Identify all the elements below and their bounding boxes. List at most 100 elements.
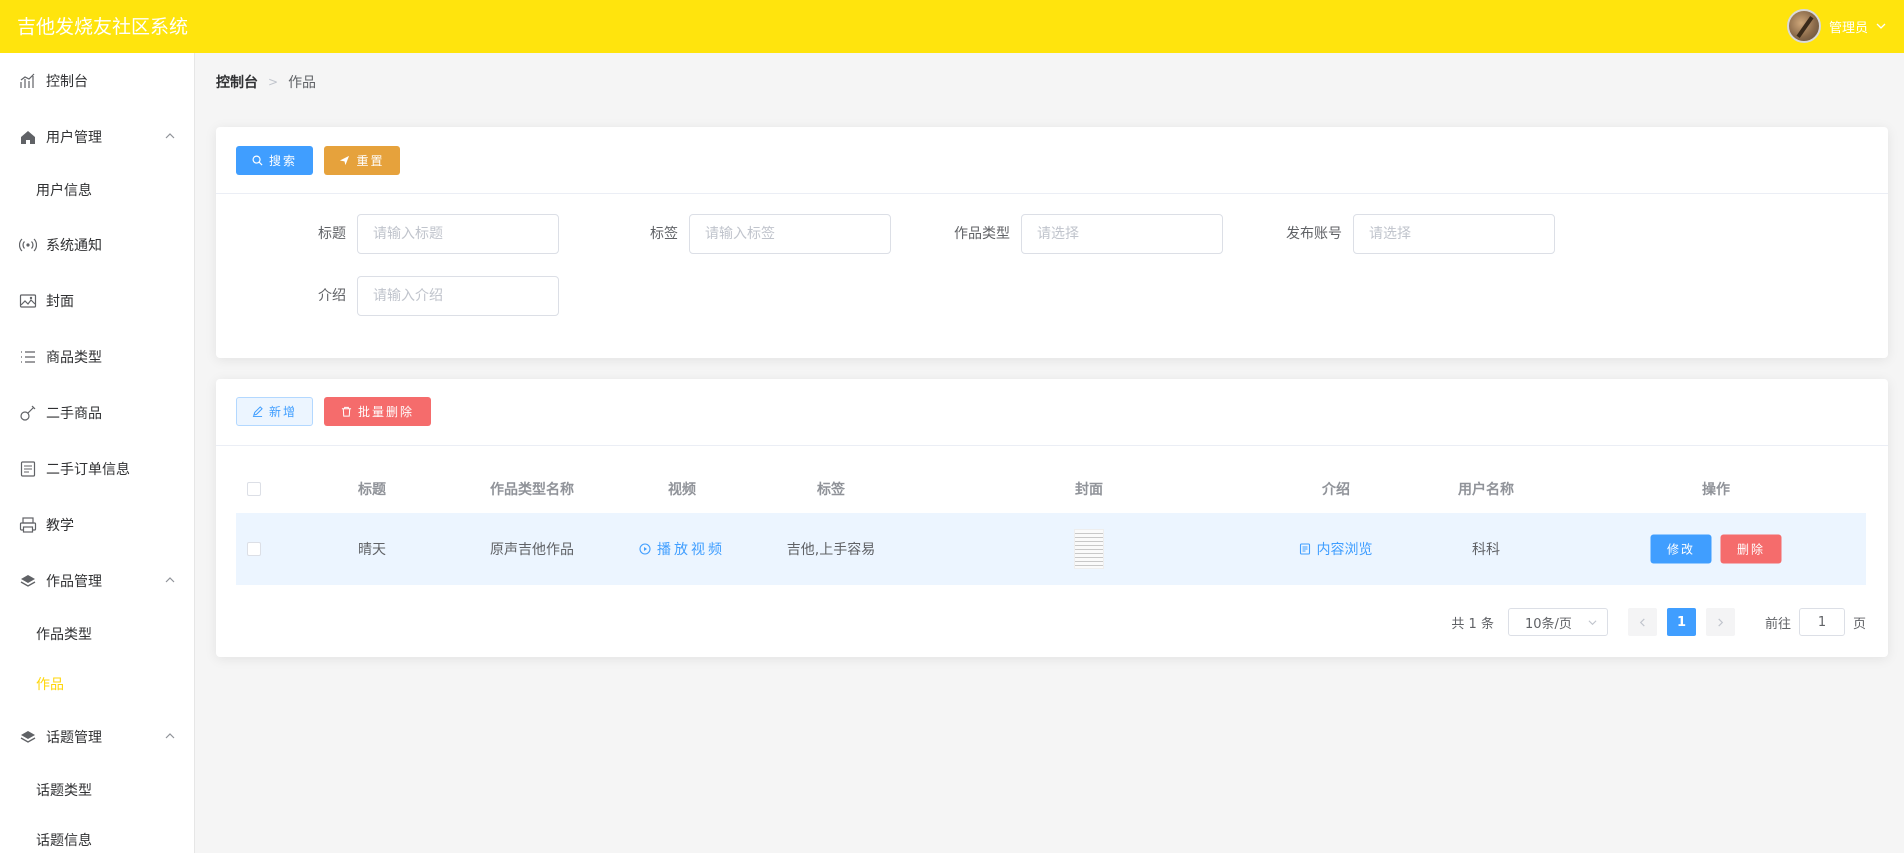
sidebar-item-cover[interactable]: 封面 bbox=[0, 273, 194, 329]
goto-page-input[interactable] bbox=[1798, 608, 1845, 636]
tag-input[interactable] bbox=[689, 214, 891, 254]
chevron-up-icon bbox=[165, 733, 175, 739]
checkbox[interactable] bbox=[247, 482, 261, 496]
title-label: 标题 bbox=[318, 226, 346, 242]
goto-suffix: 页 bbox=[1852, 616, 1866, 632]
search-icon bbox=[252, 155, 263, 166]
col-type-name: 作品类型名称 bbox=[490, 482, 574, 498]
user-menu[interactable]: 管理员 bbox=[1786, 6, 1886, 46]
user-name: 管理员 bbox=[1828, 20, 1868, 36]
cell-title: 晴天 bbox=[358, 542, 386, 558]
col-actions: 操作 bbox=[1702, 482, 1730, 498]
sidebar: 控制台 用户管理 用户信息 系统通知 封面 商品类型 二手商品 二手订单信息 教… bbox=[0, 53, 195, 853]
batch-delete-button[interactable]: 批量删除 bbox=[324, 397, 431, 426]
sidebar-item-label: 封面 bbox=[46, 294, 74, 310]
chevron-left-icon bbox=[1639, 617, 1645, 627]
page-size-value: 10条/页 bbox=[1524, 616, 1572, 632]
sidebar-item-label: 作品管理 bbox=[46, 574, 102, 590]
search-panel: 搜索 重置 标题 标签 作品类型 发布账号 介绍 bbox=[216, 127, 1888, 358]
sidebar-item-label: 控制台 bbox=[46, 74, 88, 90]
add-button[interactable]: 新增 bbox=[236, 397, 313, 426]
sidebar-item-user-management[interactable]: 用户管理 bbox=[0, 109, 194, 165]
add-button-label: 新增 bbox=[268, 405, 297, 419]
sidebar-item-dashboard[interactable]: 控制台 bbox=[0, 53, 194, 109]
chevron-down-icon bbox=[1588, 619, 1597, 625]
cell-cover[interactable] bbox=[1074, 529, 1104, 569]
send-icon bbox=[340, 155, 350, 166]
sidebar-item-topic-management[interactable]: 话题管理 bbox=[0, 709, 194, 765]
table-panel: 新增 批量删除 标题 作品类型名称 视频 标签 封面 介绍 用户名称 操作 晴天… bbox=[216, 379, 1888, 657]
sidebar-item-label: 用户信息 bbox=[36, 183, 92, 199]
play-icon bbox=[639, 543, 651, 555]
sidebar-item-works[interactable]: 作品 bbox=[0, 659, 194, 709]
sidebar-item-product-type[interactable]: 商品类型 bbox=[0, 329, 194, 385]
chevron-down-icon bbox=[1876, 23, 1886, 29]
cell-user-name: 科科 bbox=[1472, 542, 1500, 558]
page-number[interactable]: 1 bbox=[1666, 608, 1696, 636]
intro-view-label: 内容浏览 bbox=[1316, 542, 1373, 558]
sidebar-item-teaching[interactable]: 教学 bbox=[0, 497, 194, 553]
type-select[interactable] bbox=[1021, 214, 1223, 254]
account-select[interactable] bbox=[1353, 214, 1555, 254]
sidebar-item-label: 系统通知 bbox=[46, 238, 102, 254]
table-header: 标题 作品类型名称 视频 标签 封面 介绍 用户名称 操作 bbox=[236, 469, 1866, 509]
page-size-select[interactable]: 10条/页 bbox=[1507, 608, 1608, 636]
intro-label: 介绍 bbox=[318, 288, 346, 304]
sidebar-item-works-management[interactable]: 作品管理 bbox=[0, 553, 194, 609]
sidebar-item-user-info[interactable]: 用户信息 bbox=[0, 165, 194, 215]
col-intro: 介绍 bbox=[1322, 482, 1350, 498]
divider bbox=[216, 445, 1888, 446]
document-icon bbox=[1299, 543, 1311, 555]
tag-label: 标签 bbox=[650, 226, 678, 242]
col-user-name: 用户名称 bbox=[1458, 482, 1514, 498]
sidebar-item-label: 商品类型 bbox=[46, 350, 102, 366]
sidebar-item-label: 话题管理 bbox=[46, 730, 102, 746]
sidebar-item-topic-type[interactable]: 话题类型 bbox=[0, 765, 194, 815]
row-checkbox[interactable] bbox=[247, 542, 261, 556]
chevron-right-icon: > bbox=[268, 75, 279, 89]
sidebar-item-notifications[interactable]: 系统通知 bbox=[0, 217, 194, 273]
reset-button-label: 重置 bbox=[356, 154, 385, 168]
cell-actions: 修改 删除 bbox=[1650, 534, 1782, 564]
page-jumper: 前往 页 bbox=[1765, 608, 1866, 636]
next-page-button[interactable] bbox=[1705, 608, 1735, 636]
sidebar-item-label: 二手商品 bbox=[46, 406, 102, 422]
reset-button[interactable]: 重置 bbox=[324, 146, 400, 175]
play-video-label: 播放视频 bbox=[657, 542, 725, 558]
prev-page-button[interactable] bbox=[1627, 608, 1657, 636]
sidebar-item-orders[interactable]: 二手订单信息 bbox=[0, 441, 194, 497]
cell-type-name: 原声吉他作品 bbox=[490, 542, 574, 558]
cover-thumbnail[interactable] bbox=[1074, 529, 1104, 569]
search-button[interactable]: 搜索 bbox=[236, 146, 313, 175]
goto-prefix: 前往 bbox=[1764, 616, 1791, 632]
app-title: 吉他发烧友社区系统 bbox=[17, 16, 189, 38]
select-all-checkbox[interactable] bbox=[247, 482, 261, 496]
order-icon bbox=[19, 460, 37, 478]
image-icon bbox=[19, 292, 37, 310]
col-cover: 封面 bbox=[1075, 482, 1103, 498]
sidebar-item-works-type[interactable]: 作品类型 bbox=[0, 609, 194, 659]
list-icon bbox=[19, 348, 37, 366]
breadcrumb-home[interactable]: 控制台 bbox=[216, 72, 258, 92]
delete-button[interactable]: 删除 bbox=[1720, 534, 1782, 564]
col-title: 标题 bbox=[358, 482, 386, 498]
intro-view-link[interactable]: 内容浏览 bbox=[1299, 539, 1373, 559]
sidebar-item-label: 教学 bbox=[46, 518, 74, 534]
checkbox[interactable] bbox=[247, 542, 261, 556]
intro-input[interactable] bbox=[357, 276, 559, 316]
breadcrumb-current: 作品 bbox=[288, 75, 317, 91]
sidebar-item-label: 作品类型 bbox=[36, 627, 92, 643]
sidebar-item-topic-info[interactable]: 话题信息 bbox=[0, 815, 194, 853]
layers-icon bbox=[19, 728, 37, 746]
table-row[interactable]: 晴天 原声吉他作品 播放视频 吉他,上手容易 内容浏览 科科 修改 删除 bbox=[236, 513, 1866, 585]
chevron-right-icon bbox=[1718, 617, 1724, 627]
edit-icon bbox=[252, 406, 263, 417]
batch-delete-label: 批量删除 bbox=[357, 405, 414, 419]
title-input[interactable] bbox=[357, 214, 559, 254]
chevron-up-icon bbox=[165, 577, 175, 583]
edit-button[interactable]: 修改 bbox=[1650, 534, 1712, 564]
play-video-link[interactable]: 播放视频 bbox=[639, 539, 725, 559]
sidebar-item-secondhand[interactable]: 二手商品 bbox=[0, 385, 194, 441]
search-button-label: 搜索 bbox=[268, 154, 297, 168]
printer-icon bbox=[19, 516, 37, 534]
